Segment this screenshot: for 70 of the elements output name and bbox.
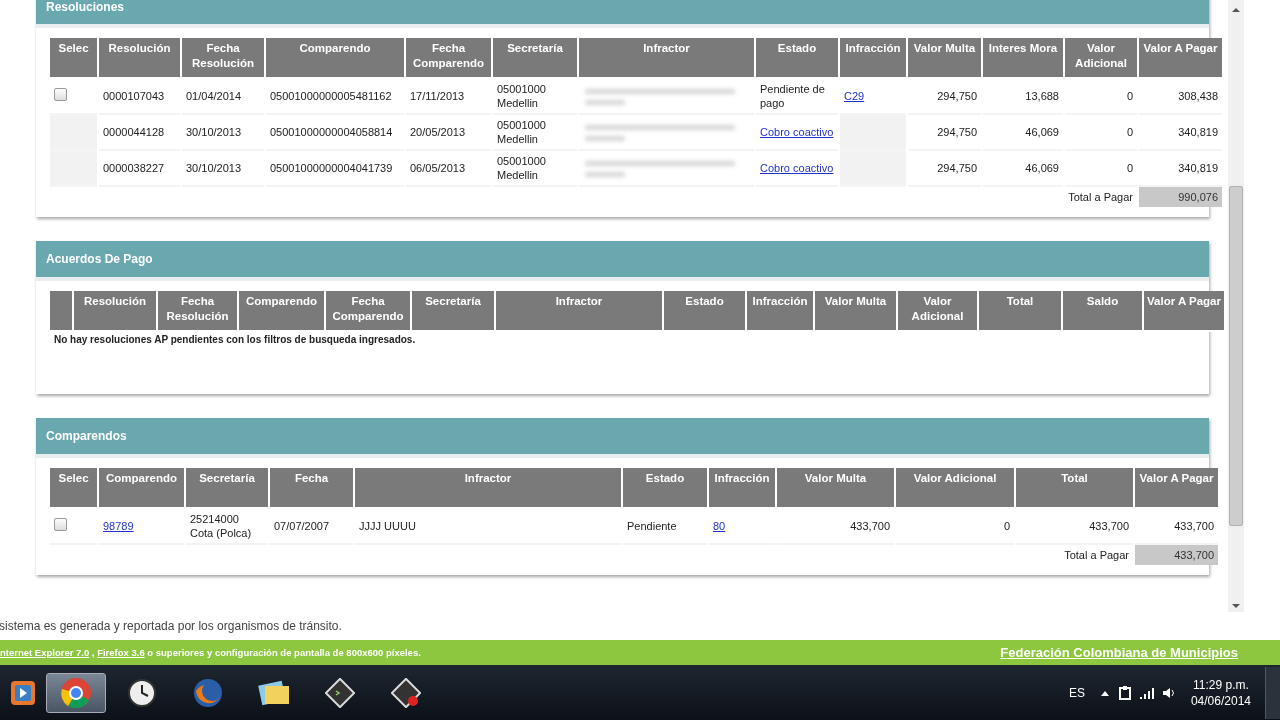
column-header: Comparendo [266, 38, 404, 79]
column-header: Valor Multa [815, 291, 896, 332]
column-header: Infracción [709, 468, 775, 509]
taskbar-app[interactable] [46, 672, 106, 713]
column-header: Infracción [840, 38, 906, 79]
column-header [50, 291, 72, 332]
panel-title: Resoluciones [46, 0, 125, 14]
column-header: Selec [50, 468, 97, 509]
table-cell: 308,438 [1139, 79, 1222, 115]
column-header: Valor Adicional [1065, 38, 1137, 79]
play-icon [10, 679, 36, 706]
column-header: Valor Multa [777, 468, 894, 509]
total-value: 990,076 [1139, 187, 1222, 207]
column-header: Valor Multa [908, 38, 981, 79]
column-header: Estado [623, 468, 707, 509]
disclaimer-text: sistema es generada y reportada por los organismos de tránsito. [0, 619, 342, 633]
clock-icon [127, 677, 157, 708]
globe-icon [192, 676, 224, 709]
column-header: Selec [50, 38, 97, 79]
scrollbar[interactable] [1228, 0, 1244, 612]
scroll-thumb[interactable] [1229, 186, 1243, 526]
footer-separator: , [90, 647, 96, 658]
column-header: Comparendo [99, 468, 184, 509]
checkbox[interactable] [54, 88, 67, 101]
table-link[interactable]: Cobro coactivo [760, 162, 834, 174]
table-link[interactable]: 80 [713, 520, 726, 532]
clock-time: 11:29 p.m. [1193, 676, 1249, 693]
column-header: Valor Adicional [896, 468, 1014, 509]
panel-title: Acuerdos De Pago [46, 252, 153, 266]
column-header: Fecha [270, 468, 353, 509]
table-cell: 433,700 [1135, 509, 1218, 545]
table-link[interactable]: 98789 [103, 520, 134, 532]
column-header: Comparendo [239, 291, 324, 332]
column-header: Fecha Comparendo [326, 291, 410, 332]
speaker-icon[interactable] [1160, 685, 1177, 700]
column-header: Interes Mora [983, 38, 1063, 79]
column-header: Fecha Resolución [158, 291, 237, 332]
column-header: Valor A Pagar [1139, 38, 1222, 79]
column-header: Secretaría [186, 468, 268, 509]
column-header: Fecha Comparendo [406, 38, 491, 79]
column-header: Total [1016, 468, 1133, 509]
column-header: Infractor [355, 468, 621, 509]
column-header: Saldo [1063, 291, 1142, 332]
column-header: Valor A Pagar [1135, 468, 1218, 509]
column-header: Estado [756, 38, 838, 79]
checkbox[interactable] [54, 518, 67, 531]
column-header: Valor A Pagar [1144, 291, 1224, 332]
column-header: Fecha Resolución [182, 38, 264, 79]
clock-date: 04/06/2014 [1190, 692, 1251, 709]
table-cell: 340,819 [1139, 115, 1222, 151]
table-link[interactable]: C29 [844, 90, 865, 102]
signal-icon[interactable] [1138, 685, 1155, 700]
column-header: Estado [664, 291, 745, 332]
table-cell: 340,819 [1139, 151, 1222, 187]
total-value: 433,700 [1135, 545, 1218, 565]
language-indicator[interactable]: ES [1068, 685, 1085, 700]
column-header: Valor Adicional [898, 291, 977, 332]
panel-title: Comparendos [46, 429, 127, 443]
column-header: Total [979, 291, 1061, 332]
column-header: Infracción [747, 291, 813, 332]
column-header: Secretaría [412, 291, 494, 332]
column-header: Secretaría [493, 38, 577, 79]
column-header: Infractor [579, 38, 754, 79]
column-header: Infractor [496, 291, 662, 332]
column-header: Resolución [74, 291, 156, 332]
column-header: Resolución [99, 38, 180, 79]
table-link[interactable]: Cobro coactivo [760, 126, 834, 138]
footer-text: o superiores y configuración de pantalla de 800x600 píxeles. [146, 647, 421, 658]
taskbar-clock[interactable]: 11:29 p.m. 04/06/2014 [1190, 676, 1251, 709]
device-icon[interactable] [1116, 684, 1133, 701]
